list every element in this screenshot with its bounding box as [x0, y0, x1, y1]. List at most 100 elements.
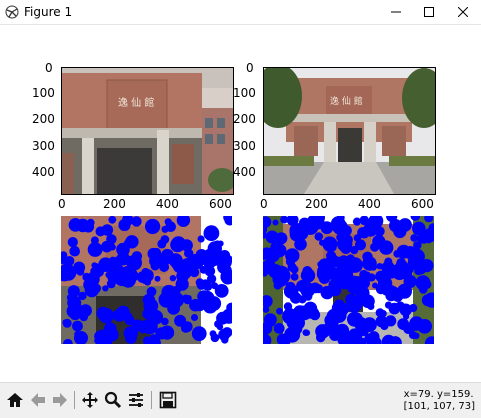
y-tick-label: 100: [233, 86, 256, 100]
keypoint-marker: [216, 323, 224, 331]
keypoint-marker: [125, 235, 139, 249]
y-tick-label: 400: [233, 165, 256, 179]
keypoint-marker: [86, 218, 95, 227]
keypoint-marker: [67, 285, 80, 298]
keypoint-marker: [408, 331, 417, 339]
keypoint-marker: [74, 330, 81, 338]
keypoint-marker: [62, 318, 72, 328]
keypoint-marker: [275, 232, 288, 245]
keypoint-marker: [325, 254, 339, 268]
keypoint-marker: [287, 262, 297, 272]
keypoint-marker: [92, 263, 100, 271]
window-title: Figure 1: [24, 5, 73, 19]
keypoint-marker: [101, 240, 113, 253]
x-tick-label: 400: [358, 197, 381, 211]
close-button[interactable]: [446, 0, 480, 24]
keypoint-marker: [365, 298, 375, 307]
keypoint-marker: [160, 235, 170, 244]
keypoint-marker: [72, 320, 83, 332]
keypoint-marker: [130, 257, 142, 268]
keypoint-marker: [388, 302, 401, 315]
keypoint-marker: [67, 237, 78, 248]
keypoint-marker: [337, 236, 353, 252]
keypoint-marker: [338, 255, 350, 267]
keypoint-marker: [203, 225, 220, 242]
x-tick-label: 0: [260, 197, 268, 211]
cursor-coordinates: x=79. y=159.: [403, 389, 474, 400]
keypoint-marker: [273, 323, 285, 334]
building-photo-right: 逸 仙 館: [264, 68, 435, 194]
figure-canvas[interactable]: 逸 仙 館 0 100 200 300 400 0 200 400 600 逸 …: [0, 25, 481, 382]
keypoint-marker: [108, 216, 117, 224]
keypoint-marker: [168, 253, 183, 268]
keypoint-marker: [217, 240, 224, 247]
home-icon: [7, 393, 23, 407]
keypoint-marker: [320, 221, 334, 235]
home-button[interactable]: [4, 389, 26, 411]
keypoint-marker: [410, 234, 418, 242]
save-icon: [159, 391, 177, 409]
keypoint-marker: [267, 318, 276, 327]
keypoint-marker: [368, 331, 380, 343]
keypoint-marker: [116, 305, 130, 319]
minimize-icon: [391, 11, 401, 13]
keypoint-marker: [296, 280, 309, 292]
zoom-icon: [104, 391, 122, 409]
keypoint-marker: [87, 242, 103, 257]
keypoint-marker: [146, 286, 157, 297]
keypoint-marker: [197, 290, 211, 303]
configure-subplots-button[interactable]: [125, 389, 147, 411]
zoom-button[interactable]: [102, 389, 124, 411]
keypoint-marker: [318, 272, 331, 284]
keypoint-marker: [370, 242, 380, 252]
keypoint-marker: [165, 221, 176, 232]
toolbar-separator: [74, 391, 75, 409]
keypoint-marker: [121, 265, 135, 279]
keypoint-marker: [116, 252, 130, 266]
y-tick-label: 0: [45, 61, 53, 75]
keypoint-marker: [195, 278, 205, 287]
keypoint-marker: [331, 279, 340, 288]
pan-button[interactable]: [79, 389, 101, 411]
minimize-button[interactable]: [379, 0, 413, 24]
keypoint-marker: [287, 318, 294, 325]
keypoint-marker: [147, 247, 160, 260]
keypoint-marker: [314, 232, 324, 241]
keypoint-marker: [161, 317, 169, 326]
keypoint-marker: [291, 323, 303, 335]
y-tick-label: 300: [233, 139, 256, 153]
keypoint-marker: [284, 312, 292, 320]
matplotlib-figure-icon: [5, 5, 19, 19]
keypoint-marker: [309, 309, 321, 321]
maximize-button[interactable]: [412, 0, 446, 24]
keypoint-marker: [276, 307, 283, 315]
save-button[interactable]: [157, 389, 179, 411]
x-tick-label: 200: [305, 197, 328, 211]
keypoint-marker: [331, 300, 347, 316]
keypoint-marker: [185, 295, 192, 302]
keypoint-marker: [385, 289, 397, 302]
title-bar: Figure 1: [0, 0, 481, 25]
keypoint-marker: [140, 275, 150, 285]
keypoint-marker: [69, 245, 80, 257]
keypoint-marker: [73, 261, 86, 274]
keypoint-marker: [101, 224, 114, 236]
keypoint-marker: [273, 281, 282, 290]
keypoint-marker: [359, 269, 369, 280]
forward-button[interactable]: [49, 389, 71, 411]
keypoint-marker: [302, 266, 313, 276]
y-tick-label: 400: [32, 165, 55, 179]
keypoint-marker: [415, 263, 427, 275]
y-tick-label: 300: [32, 139, 55, 153]
keypoint-marker: [285, 248, 300, 263]
keypoint-marker: [412, 221, 426, 236]
x-tick-label: 0: [58, 197, 66, 211]
pan-icon: [82, 392, 98, 408]
keypoint-marker: [408, 320, 419, 331]
subplot-image-top-right: 逸 仙 館: [263, 67, 436, 195]
keypoint-marker: [169, 275, 177, 282]
y-tick-label: 0: [246, 61, 254, 75]
keypoint-marker: [191, 326, 207, 341]
back-button[interactable]: [27, 389, 49, 411]
keypoint-marker: [380, 321, 389, 331]
